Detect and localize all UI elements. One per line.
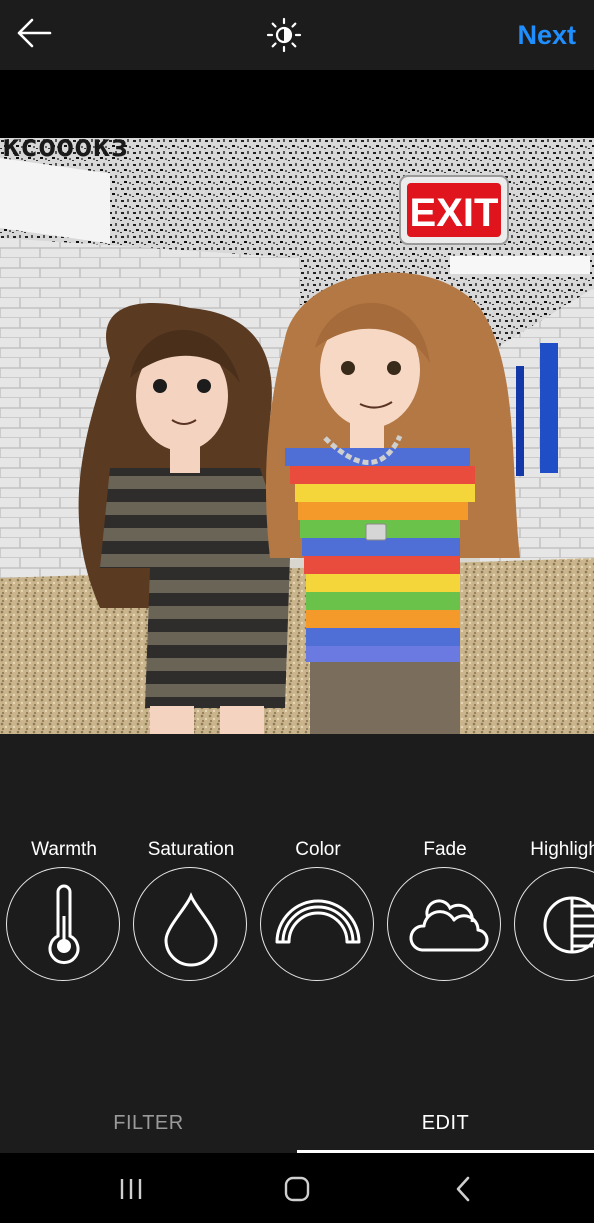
droplet-icon	[164, 892, 218, 967]
arrow-left-icon	[17, 18, 52, 48]
next-button[interactable]: Next	[517, 19, 576, 51]
exit-sign-text: EXIT	[410, 191, 499, 235]
system-back-icon	[456, 1176, 470, 1202]
highlights-icon	[543, 896, 594, 954]
system-nav-bar	[0, 1153, 594, 1223]
photo-top-band	[0, 70, 594, 138]
lux-button[interactable]	[266, 17, 302, 53]
sun-lux-icon	[266, 17, 302, 53]
tool-highlights[interactable]: Highlights	[513, 836, 594, 996]
recents-icon	[120, 1179, 142, 1199]
tool-color-label: Color	[295, 839, 341, 860]
tool-warmth-circle[interactable]	[6, 867, 120, 981]
tool-color-circle[interactable]	[260, 867, 374, 981]
tool-highlights-label: Highlights	[530, 839, 594, 860]
back-button[interactable]	[14, 16, 54, 52]
tab-filter[interactable]: FILTER	[0, 1095, 297, 1153]
edited-image: ксооокз EXIT	[0, 138, 594, 734]
wall-text: ксооокз	[2, 138, 128, 164]
home-icon	[284, 1176, 310, 1202]
photo-preview: ксооокз EXIT	[0, 138, 594, 734]
top-bar: Next	[0, 0, 594, 70]
tool-warmth[interactable]: Warmth	[5, 836, 123, 996]
tab-edit[interactable]: EDIT	[297, 1095, 594, 1153]
tool-fade-circle[interactable]	[387, 867, 501, 981]
tool-warmth-label: Warmth	[31, 839, 97, 860]
edit-tools-row: Warmth Saturation Color Fade Highligh	[0, 836, 594, 996]
tool-saturation[interactable]: Saturation	[132, 836, 250, 996]
tool-saturation-label: Saturation	[147, 839, 235, 860]
home-button[interactable]	[277, 1173, 317, 1205]
thermometer-icon	[48, 884, 80, 965]
tool-fade-label: Fade	[423, 839, 467, 860]
tool-fade[interactable]: Fade	[386, 836, 504, 996]
cloud-icon	[409, 899, 489, 952]
recents-button[interactable]	[111, 1173, 151, 1205]
tool-color[interactable]: Color	[259, 836, 377, 996]
exit-sign: EXIT	[399, 175, 509, 245]
tool-saturation-circle[interactable]	[133, 867, 247, 981]
tool-highlights-circle[interactable]	[514, 867, 594, 981]
rainbow-icon	[275, 899, 361, 944]
system-back-button[interactable]	[444, 1173, 484, 1205]
bottom-tabs: FILTER EDIT	[0, 1095, 594, 1153]
